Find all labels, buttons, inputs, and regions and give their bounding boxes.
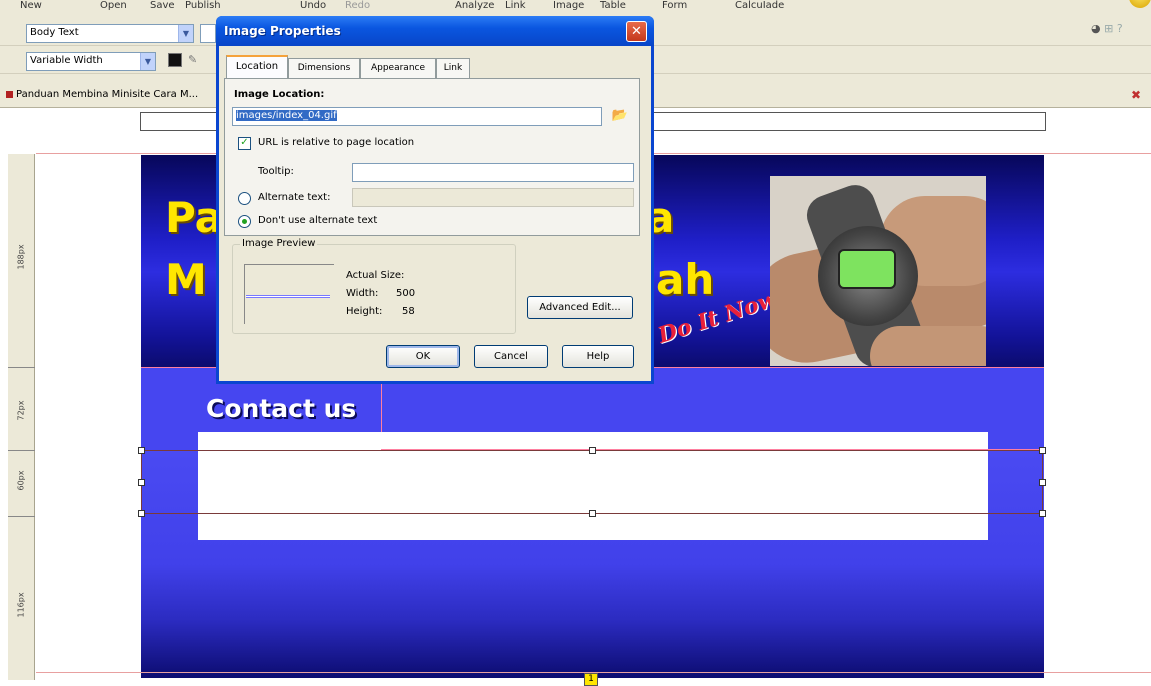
image-location-label: Image Location: bbox=[234, 89, 325, 100]
banner-title-line2-tail: ah bbox=[656, 255, 715, 304]
font-face-select[interactable]: Variable Width bbox=[26, 52, 156, 71]
dont-use-alt-label: Don't use alternate text bbox=[258, 215, 378, 226]
publish-button[interactable]: Publish bbox=[185, 0, 221, 11]
banner-title-line2: M bbox=[165, 255, 207, 304]
text-color-swatch[interactable] bbox=[168, 53, 182, 67]
paragraph-style-select[interactable]: Body Text bbox=[26, 24, 194, 43]
watch-photo bbox=[770, 176, 986, 366]
undo-button[interactable]: Undo bbox=[300, 0, 326, 11]
advanced-edit-button[interactable]: Advanced Edit... bbox=[527, 296, 633, 319]
tooltip-input[interactable] bbox=[352, 163, 634, 182]
save-button[interactable]: Save bbox=[150, 0, 175, 11]
dialog-title: Image Properties bbox=[224, 24, 341, 38]
resize-handle[interactable] bbox=[138, 447, 145, 454]
spellcheck-icon[interactable]: ◕ bbox=[1091, 22, 1101, 35]
actual-size-label: Actual Size: bbox=[346, 270, 405, 281]
redo-button[interactable]: Redo bbox=[345, 0, 370, 11]
form-button[interactable]: Form bbox=[662, 0, 687, 11]
table-button[interactable]: Table bbox=[600, 0, 626, 11]
table-icon[interactable]: ⊞ bbox=[1104, 22, 1113, 35]
ruler-separator bbox=[8, 516, 35, 517]
height-label: Height: bbox=[346, 306, 383, 317]
ruler-separator bbox=[8, 367, 35, 368]
image-location-input[interactable]: images/index_04.gif bbox=[232, 107, 602, 126]
font-face-value: Variable Width bbox=[30, 55, 103, 66]
tooltip-label: Tooltip: bbox=[258, 166, 294, 177]
open-button[interactable]: Open bbox=[100, 0, 127, 11]
help-button[interactable]: Help bbox=[562, 345, 634, 368]
width-label: Width: bbox=[346, 288, 379, 299]
resize-handle[interactable] bbox=[589, 447, 596, 454]
height-value: 58 bbox=[402, 306, 415, 317]
tab-appearance[interactable]: Appearance bbox=[360, 58, 436, 78]
image-button[interactable]: Image bbox=[553, 0, 584, 11]
image-preview-box bbox=[244, 264, 334, 324]
main-toolbar: New Open Save Publish Undo Redo Analyze … bbox=[0, 0, 1151, 14]
tab-link[interactable]: Link bbox=[436, 58, 470, 78]
close-document-icon[interactable]: ✖ bbox=[1129, 88, 1143, 102]
banner-title-line1: Pa bbox=[165, 193, 223, 242]
resize-handle[interactable] bbox=[138, 479, 145, 486]
tab-dimensions[interactable]: Dimensions bbox=[288, 58, 360, 78]
chevron-down-icon[interactable]: ▼ bbox=[178, 25, 193, 42]
width-value: 500 bbox=[396, 288, 416, 299]
resize-handle[interactable] bbox=[1039, 447, 1046, 454]
pencil-icon[interactable]: ✎ bbox=[188, 53, 200, 67]
resize-handle[interactable] bbox=[1039, 510, 1046, 517]
document-tab-title: Panduan Membina Minisite Cara M... bbox=[16, 89, 199, 100]
cancel-button[interactable]: Cancel bbox=[474, 345, 548, 368]
format-select-stub[interactable] bbox=[200, 24, 216, 43]
ruler-label-72: 72px bbox=[16, 400, 26, 421]
contact-us-link[interactable]: Contact us bbox=[206, 394, 356, 423]
page-marker[interactable]: 1 bbox=[584, 673, 598, 686]
alternate-text-label: Alternate text: bbox=[258, 192, 331, 203]
close-icon[interactable]: ✕ bbox=[626, 21, 647, 42]
document-icon bbox=[6, 90, 13, 98]
document-tab[interactable]: Panduan Membina Minisite Cara M... bbox=[6, 89, 216, 100]
resize-handle[interactable] bbox=[138, 510, 145, 517]
help-icon[interactable]: ? bbox=[1117, 22, 1123, 35]
ok-button[interactable]: OK bbox=[386, 345, 460, 368]
new-button[interactable]: New bbox=[20, 0, 42, 11]
url-relative-checkbox[interactable]: ✓ bbox=[238, 137, 251, 150]
image-preview-label: Image Preview bbox=[240, 238, 318, 249]
alternate-text-input[interactable] bbox=[352, 188, 634, 207]
image-preview-thumbnail bbox=[246, 295, 330, 298]
link-button[interactable]: Link bbox=[505, 0, 525, 11]
throbber-icon bbox=[1129, 0, 1151, 8]
resize-handle[interactable] bbox=[1039, 479, 1046, 486]
location-tab-panel bbox=[224, 78, 640, 236]
tab-location[interactable]: Location bbox=[226, 55, 288, 79]
vertical-ruler: 188px 72px 60px 116px bbox=[8, 154, 35, 680]
ruler-label-60: 60px bbox=[16, 470, 26, 491]
selected-image-frame[interactable] bbox=[138, 447, 1046, 517]
chevron-down-icon[interactable]: ▼ bbox=[140, 53, 155, 70]
url-relative-label: URL is relative to page location bbox=[258, 137, 415, 148]
ruler-separator bbox=[8, 450, 35, 451]
paragraph-style-value: Body Text bbox=[30, 27, 79, 38]
ruler-label-188: 188px bbox=[16, 244, 26, 270]
ruler-label-116: 116px bbox=[16, 592, 26, 618]
folder-icon[interactable]: 📂 bbox=[610, 108, 630, 126]
alternate-text-radio[interactable] bbox=[238, 192, 251, 205]
calcuiade-button[interactable]: CalcuIade bbox=[735, 0, 784, 11]
toolbar-icons-group: ◕ ⊞ ? bbox=[1091, 22, 1141, 36]
dont-use-alt-radio[interactable] bbox=[238, 215, 251, 228]
image-location-value: images/index_04.gif bbox=[236, 110, 337, 121]
resize-handle[interactable] bbox=[589, 510, 596, 517]
analyze-button[interactable]: Analyze bbox=[455, 0, 494, 11]
